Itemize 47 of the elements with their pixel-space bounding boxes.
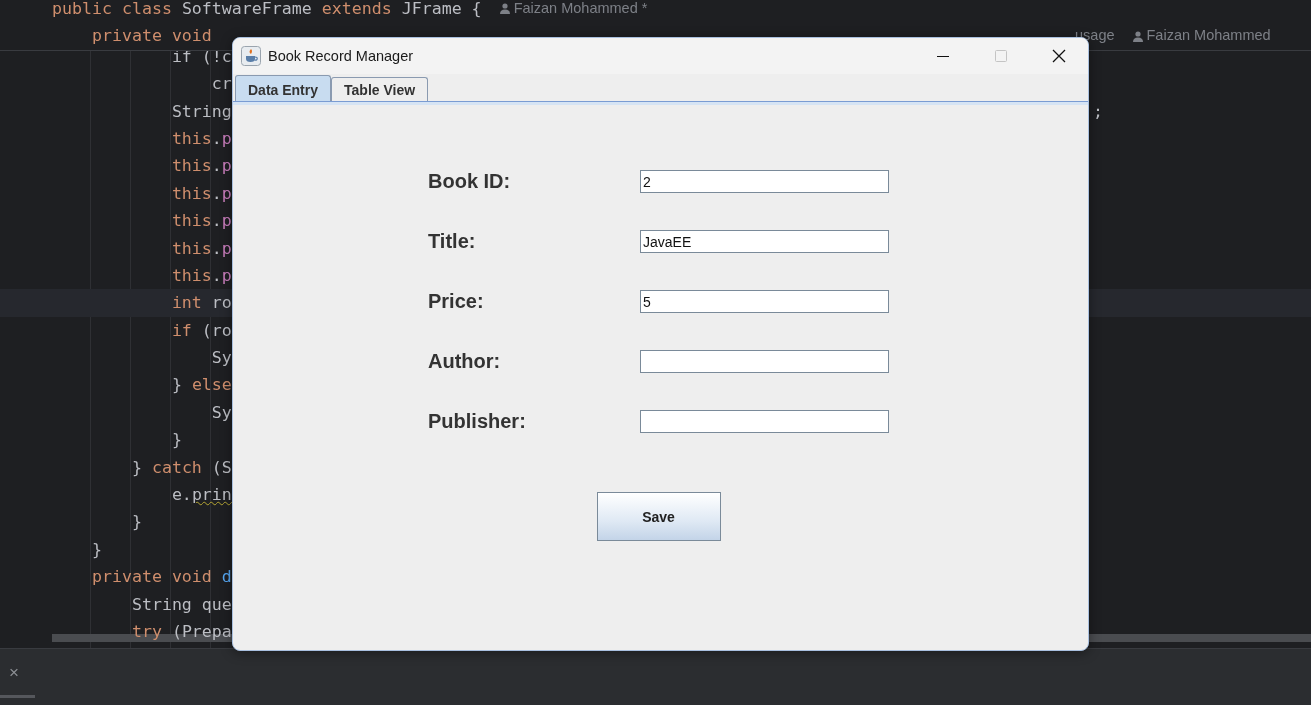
- code-line: this.p: [170, 264, 232, 287]
- code-line: }: [90, 538, 102, 561]
- code-line: }: [130, 511, 142, 534]
- field-label: Price:: [428, 290, 485, 313]
- code-line: if (ro: [170, 319, 232, 342]
- code-line: int ro: [170, 292, 232, 315]
- input-field[interactable]: 2: [640, 170, 889, 193]
- coffee-cup-icon: [241, 46, 261, 66]
- tab[interactable]: Table View: [331, 77, 429, 101]
- close-button[interactable]: ×: [9, 663, 19, 683]
- code-line: this.p: [170, 237, 232, 260]
- field-label: Publisher:: [428, 410, 527, 433]
- field-label: Title:: [428, 230, 477, 253]
- code-line: String: [170, 100, 232, 123]
- maximize-icon: [995, 50, 1007, 62]
- code-line: this.p: [170, 182, 232, 205]
- code-line: Sy: [210, 347, 232, 370]
- code-fragment: ;: [1093, 100, 1103, 123]
- window-title: Book Record Manager: [268, 48, 415, 64]
- input-field[interactable]: [640, 410, 889, 433]
- code-line: this.p: [170, 127, 232, 150]
- close-icon: [1052, 49, 1066, 63]
- scroll-indicator: [0, 695, 35, 698]
- code-line: e.prin: [170, 484, 232, 507]
- author-hint: Faizan Mohammed *: [513, 0, 648, 18]
- code-line: } else: [170, 374, 232, 397]
- save-button[interactable]: Save: [596, 492, 721, 541]
- code-line: String que: [130, 593, 232, 616]
- code-line: public class SoftwareFrame extends JFrame {: [52, 0, 482, 20]
- person-icon: [499, 3, 510, 15]
- code-line: try (Prepa: [130, 621, 232, 643]
- code-line: } catch (S: [130, 456, 232, 479]
- author-hint: Faizan Mohammed: [1146, 26, 1271, 46]
- code-line: private void: [90, 25, 212, 48]
- code-line: this.p: [170, 155, 232, 178]
- input-field[interactable]: 5: [640, 290, 889, 313]
- code-line: Sy: [210, 401, 232, 424]
- code-line: private void d: [90, 566, 232, 589]
- tab[interactable]: Data Entry: [235, 75, 332, 101]
- field-label: Book ID:: [428, 170, 512, 193]
- code-line: this.p: [170, 210, 232, 233]
- person-icon: [1132, 30, 1143, 42]
- code-line: }: [170, 429, 182, 452]
- input-field[interactable]: [640, 350, 889, 373]
- code-line: cr: [210, 73, 232, 96]
- field-label: Author:: [428, 350, 502, 373]
- input-field[interactable]: JavaEE: [640, 230, 889, 253]
